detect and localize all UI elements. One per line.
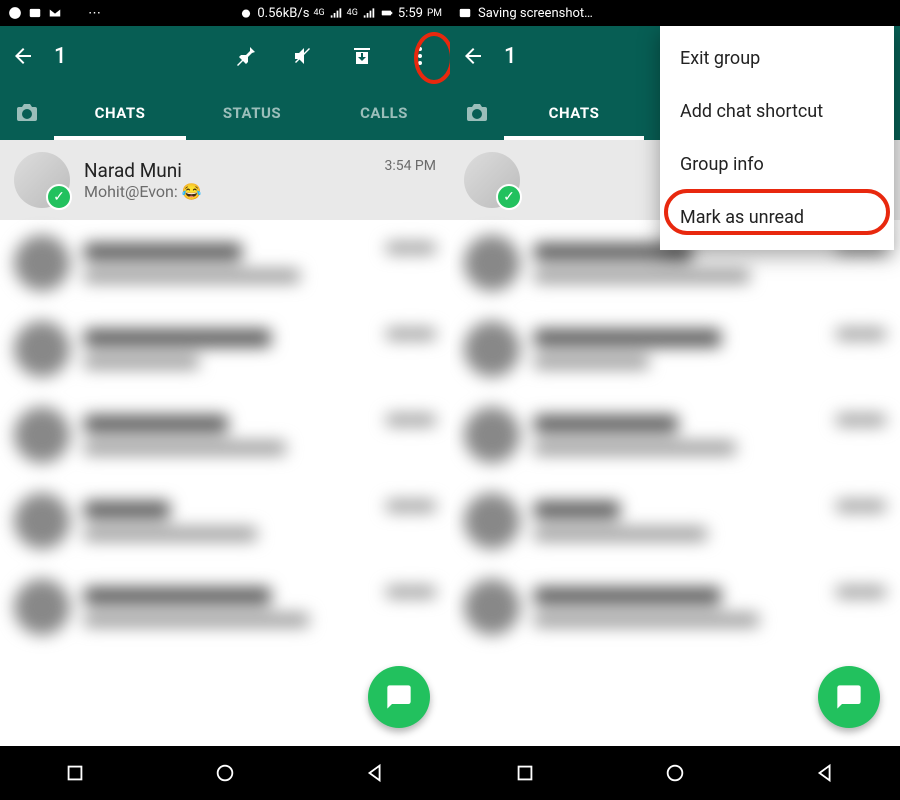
network-speed: 0.56kB/s [257, 6, 309, 21]
menu-item-exit-group[interactable]: Exit group [660, 32, 894, 85]
nav-recent-button[interactable] [62, 760, 88, 786]
pin-button[interactable] [232, 42, 260, 70]
chat-title: Narad Muni [84, 159, 370, 182]
download-icon [68, 6, 82, 20]
clock-ampm: PM [427, 8, 442, 19]
battery-icon [380, 6, 394, 20]
more-notifications-icon: ⋯ [88, 6, 101, 21]
chat-list: Narad Muni Mohit@Evon: 😂 3:54 PM [0, 140, 450, 650]
camera-tab[interactable] [0, 101, 54, 125]
new-chat-fab[interactable] [368, 666, 430, 728]
image-icon [28, 6, 42, 20]
tabs-bar: CHATS STATUS CALLS [0, 86, 450, 140]
new-chat-fab[interactable] [818, 666, 880, 728]
status-message: Saving screenshot… [478, 6, 593, 21]
blurred-chat-rows [450, 220, 900, 650]
back-button[interactable] [10, 43, 36, 69]
network-type-b: 4G [347, 8, 358, 18]
nav-recent-button[interactable] [512, 760, 538, 786]
signal-icon-b [362, 6, 376, 20]
skype-icon [8, 6, 22, 20]
chat-time: 3:54 PM [384, 158, 436, 174]
signal-icon-a [329, 6, 343, 20]
menu-item-mark-unread[interactable]: Mark as unread [660, 191, 894, 244]
avatar[interactable] [464, 152, 520, 208]
tab-chats[interactable]: CHATS [504, 86, 644, 140]
selection-count: 1 [504, 44, 517, 69]
overflow-menu: Exit group Add chat shortcut Group info … [660, 26, 894, 250]
tab-chats[interactable]: CHATS [54, 86, 186, 140]
mail-icon [48, 6, 62, 20]
nav-home-button[interactable] [662, 760, 688, 786]
menu-item-group-info[interactable]: Group info [660, 138, 894, 191]
right-screenshot: Saving screenshot… 1 CHATS [450, 0, 900, 800]
selection-count: 1 [54, 44, 67, 69]
android-nav-bar [450, 746, 900, 800]
left-screenshot: ⋯ 0.56kB/s 4G 4G 5:59 PM 1 [0, 0, 450, 800]
selection-toolbar: 1 [0, 26, 450, 86]
camera-tab[interactable] [450, 101, 504, 125]
image-icon [458, 6, 472, 20]
tab-status[interactable]: STATUS [186, 86, 318, 140]
chat-subtitle: Mohit@Evon: 😂 [84, 182, 370, 201]
chat-row-selected[interactable]: Narad Muni Mohit@Evon: 😂 3:54 PM [0, 140, 450, 220]
android-nav-bar [0, 746, 450, 800]
tab-calls[interactable]: CALLS [318, 86, 450, 140]
overflow-menu-button[interactable] [406, 42, 434, 70]
nav-back-button[interactable] [362, 760, 388, 786]
clock-time: 5:59 [398, 6, 423, 21]
nav-back-button[interactable] [812, 760, 838, 786]
status-bar: Saving screenshot… [450, 0, 900, 26]
menu-item-add-shortcut[interactable]: Add chat shortcut [660, 85, 894, 138]
network-type-a: 4G [313, 8, 324, 18]
blurred-chat-rows [0, 220, 450, 650]
nav-home-button[interactable] [212, 760, 238, 786]
alarm-icon [239, 6, 253, 20]
avatar[interactable] [14, 152, 70, 208]
archive-button[interactable] [348, 42, 376, 70]
mute-button[interactable] [290, 42, 318, 70]
status-bar: ⋯ 0.56kB/s 4G 4G 5:59 PM [0, 0, 450, 26]
back-button[interactable] [460, 43, 486, 69]
